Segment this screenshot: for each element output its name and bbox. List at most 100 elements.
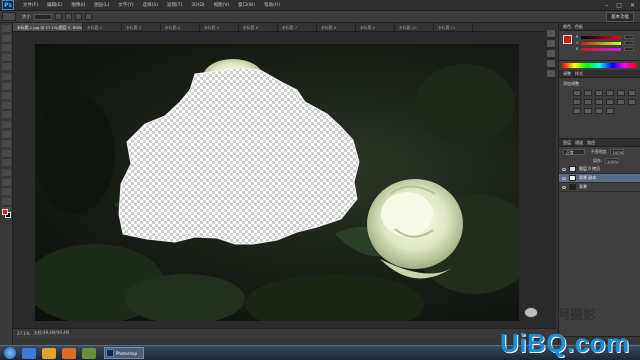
doc-tab-active[interactable]: 未标题-1.jpg @ 27.1%(图层 0, RGB/8) — [13, 23, 83, 31]
vibrance-icon[interactable] — [617, 90, 625, 96]
layer-item[interactable]: 背景 — [559, 183, 640, 192]
visibility-eye-icon[interactable] — [562, 176, 566, 180]
tab-swatches[interactable]: 色板 — [575, 24, 583, 30]
brightness-icon[interactable] — [573, 90, 581, 96]
option-toggle-4[interactable] — [85, 13, 92, 20]
menu-image[interactable]: 图像(I) — [71, 2, 85, 8]
paragraph-panel-icon[interactable] — [547, 70, 555, 77]
doc-tab[interactable]: 未标题-7 — [278, 23, 317, 31]
hand-tool-icon[interactable] — [2, 197, 11, 205]
media-player-icon[interactable] — [62, 347, 76, 359]
image-canvas[interactable] — [35, 44, 519, 321]
color-lookup-icon[interactable] — [617, 99, 625, 105]
color-balance-icon[interactable] — [573, 99, 581, 105]
menu-select[interactable]: 选择(S) — [143, 2, 158, 8]
blend-mode-select[interactable]: 正常 — [563, 149, 585, 155]
tab-channels[interactable]: 通道 — [575, 140, 583, 146]
option-toggle-2[interactable] — [65, 13, 72, 20]
threshold-icon[interactable] — [584, 108, 592, 114]
doc-tab[interactable]: 未标题-6 — [239, 23, 278, 31]
workspace-select[interactable]: 基本功能 — [606, 11, 634, 22]
brush-tool-icon[interactable] — [2, 92, 11, 100]
menu-edit[interactable]: 编辑(E) — [47, 2, 62, 8]
opacity-field[interactable]: 100% — [610, 149, 625, 155]
menu-filter[interactable]: 滤镜(T) — [167, 2, 182, 8]
file-explorer-icon[interactable] — [42, 347, 56, 359]
doc-tab[interactable]: 未标题-9 — [356, 23, 395, 31]
move-tool-icon[interactable] — [2, 25, 11, 32]
eraser-tool-icon[interactable] — [2, 120, 11, 128]
character-panel-icon[interactable] — [547, 60, 555, 67]
menu-layer[interactable]: 图层(L) — [94, 2, 109, 8]
start-button-icon[interactable] — [4, 347, 16, 359]
sample-size-field[interactable] — [34, 13, 52, 20]
clone-stamp-tool-icon[interactable] — [2, 101, 11, 109]
tab-paths[interactable]: 路径 — [587, 140, 595, 146]
visibility-eye-icon[interactable] — [562, 185, 566, 189]
zoom-level[interactable]: 27.1% — [17, 331, 30, 336]
color-slider-r[interactable]: R — [576, 35, 636, 39]
color-spectrum[interactable] — [562, 63, 637, 68]
tab-layers[interactable]: 图层 — [563, 140, 571, 146]
quick-select-tool-icon[interactable] — [2, 53, 11, 61]
crop-tool-icon[interactable] — [2, 63, 11, 71]
doc-tab[interactable]: 未标题-10 — [395, 23, 434, 31]
levels-icon[interactable] — [584, 90, 592, 96]
color-slider-b[interactable]: B — [576, 47, 636, 51]
eyedropper-tool-icon[interactable] — [2, 72, 11, 80]
gradient-map-icon[interactable] — [595, 108, 603, 114]
tab-color[interactable]: 颜色 — [563, 24, 571, 30]
menu-help[interactable]: 帮助(H) — [264, 2, 280, 8]
option-toggle-3[interactable] — [75, 13, 82, 20]
tool-preset-picker[interactable] — [2, 12, 16, 21]
tab-styles[interactable]: 样式 — [575, 71, 583, 77]
menu-window[interactable]: 窗口(W) — [238, 2, 255, 8]
selective-color-icon[interactable] — [606, 108, 614, 114]
color-slider-g[interactable]: G — [576, 41, 636, 45]
taskbar-photoshop[interactable]: Photoshop — [104, 347, 144, 359]
exposure-icon[interactable] — [606, 90, 614, 96]
healing-tool-icon[interactable] — [2, 82, 11, 90]
brush-panel-icon[interactable] — [547, 50, 555, 57]
blur-tool-icon[interactable] — [2, 140, 11, 148]
properties-panel-icon[interactable] — [547, 40, 555, 47]
doc-tab[interactable]: 未标题-5 — [200, 23, 239, 31]
marquee-tool-icon[interactable] — [2, 34, 11, 42]
maximize-icon[interactable]: □ — [616, 2, 622, 9]
history-brush-tool-icon[interactable] — [2, 111, 11, 119]
visibility-eye-icon[interactable] — [562, 167, 566, 171]
path-select-tool-icon[interactable] — [2, 178, 11, 186]
doc-tab[interactable]: 未标题-3 — [122, 23, 161, 31]
invert-icon[interactable] — [628, 99, 636, 105]
option-toggle-1[interactable] — [55, 13, 62, 20]
pen-tool-icon[interactable] — [2, 159, 11, 167]
menu-3d[interactable]: 3D(D) — [191, 3, 204, 8]
color-panel-foreground[interactable] — [563, 35, 572, 44]
menu-file[interactable]: 文件(F) — [23, 2, 38, 8]
menu-view[interactable]: 视图(V) — [214, 2, 230, 8]
type-tool-icon[interactable] — [2, 168, 11, 176]
layer-item-selected[interactable]: 背景 副本 — [559, 174, 640, 183]
doc-tab[interactable]: 未标题-8 — [317, 23, 356, 31]
tab-adjustments[interactable]: 调整 — [563, 71, 571, 77]
fill-field[interactable]: 100% — [604, 158, 619, 164]
doc-tab[interactable]: 未标题-11 — [434, 23, 473, 31]
foreground-color-swatch[interactable] — [2, 209, 8, 215]
layer-item[interactable]: 图层 0 拷贝 — [559, 165, 640, 174]
shape-tool-icon[interactable] — [2, 188, 11, 196]
app-icon[interactable] — [82, 347, 96, 359]
close-icon[interactable]: ✕ — [630, 2, 635, 9]
curves-icon[interactable] — [595, 90, 603, 96]
black-white-icon[interactable] — [584, 99, 592, 105]
photo-filter-icon[interactable] — [595, 99, 603, 105]
posterize-icon[interactable] — [573, 108, 581, 114]
doc-tab[interactable]: 未标题-2 — [83, 23, 122, 31]
hue-saturation-icon[interactable] — [628, 90, 636, 96]
dodge-tool-icon[interactable] — [2, 149, 11, 157]
lasso-tool-icon[interactable] — [2, 44, 11, 52]
history-panel-icon[interactable] — [547, 30, 555, 37]
ie-browser-icon[interactable] — [22, 347, 36, 359]
gradient-tool-icon[interactable] — [2, 130, 11, 138]
minimize-icon[interactable]: – — [605, 2, 608, 9]
menu-type[interactable]: 文字(Y) — [118, 2, 133, 8]
